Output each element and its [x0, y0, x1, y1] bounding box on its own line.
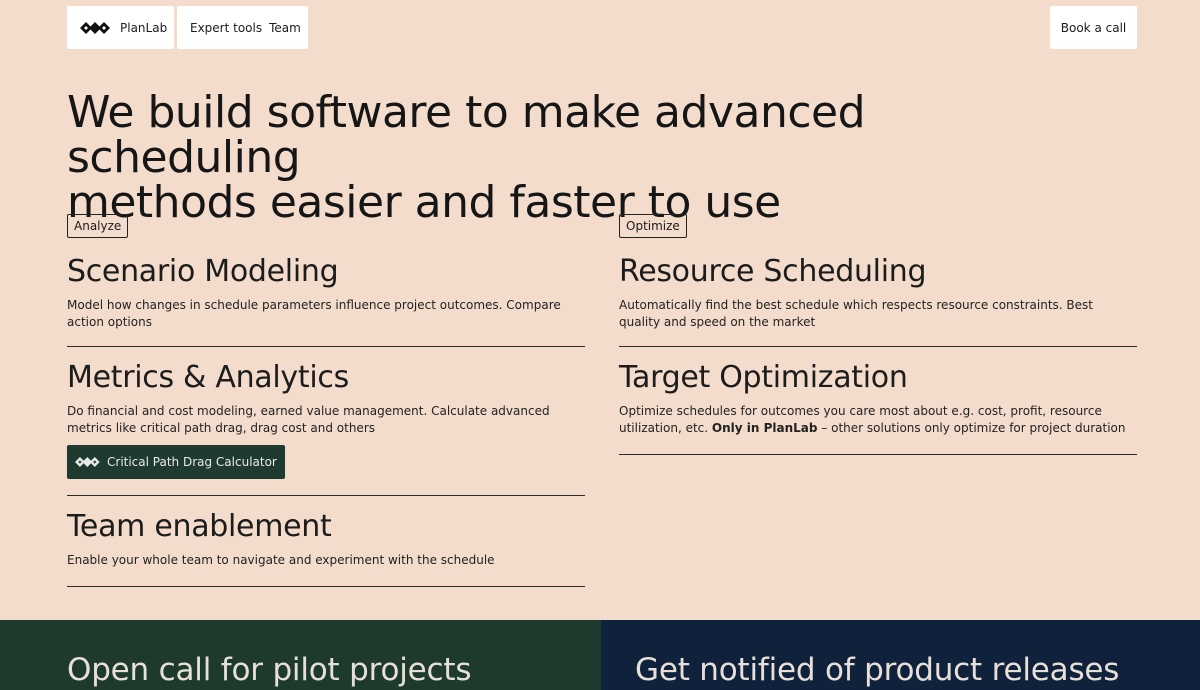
optimize-column: Optimize Resource Scheduling Automatical… [619, 214, 1137, 455]
analyze-tag: Analyze [67, 214, 129, 238]
feature-title: Team enablement [67, 509, 332, 544]
nav-link-expert-tools[interactable]: Expert tools [190, 21, 262, 35]
feature-title: Metrics & Analytics [67, 360, 349, 395]
nav-link-team[interactable]: Team [269, 21, 301, 35]
description-text: – other solutions only optimize for proj… [817, 421, 1126, 435]
feature-title: Resource Scheduling [619, 254, 927, 289]
hero-title-line-1: We build software to make advanced sched… [67, 87, 866, 183]
brand-logo-link[interactable]: PlanLab [67, 6, 174, 49]
optimize-tag: Optimize [619, 214, 687, 238]
feature-resource-scheduling: Optimize Resource Scheduling Automatical… [619, 214, 1137, 347]
brand-name: PlanLab [120, 20, 168, 35]
feature-target-optimization: Target Optimization Optimize schedules f… [619, 347, 1137, 455]
pilot-projects-title: Open call for pilot projects [67, 652, 472, 688]
planlab-logo-icon [80, 21, 110, 34]
book-a-call-button[interactable]: Book a call [1050, 6, 1137, 49]
analyze-column: Analyze Scenario Modeling Model how chan… [67, 214, 585, 587]
feature-scenario-modeling: Analyze Scenario Modeling Model how chan… [67, 214, 585, 347]
feature-team-enablement: Team enablement Enable your whole team t… [67, 496, 585, 587]
feature-description: Optimize schedules for outcomes you care… [619, 403, 1137, 437]
feature-description: Enable your whole team to navigate and e… [67, 553, 495, 567]
feature-description: Do financial and cost modeling, earned v… [67, 404, 550, 435]
feature-title: Target Optimization [619, 360, 908, 395]
product-releases-title: Get notified of product releases [635, 652, 1120, 688]
hero-title: We build software to make advanced sched… [67, 90, 1067, 225]
pilot-projects-panel[interactable]: Open call for pilot projects [0, 620, 601, 690]
planlab-logo-icon [75, 457, 100, 467]
button-label: Critical Path Drag Calculator [107, 455, 277, 469]
nav-links: Expert tools Team [177, 6, 308, 49]
critical-path-drag-calculator-button[interactable]: Critical Path Drag Calculator [67, 445, 285, 479]
feature-title: Scenario Modeling [67, 254, 339, 289]
product-releases-panel[interactable]: Get notified of product releases [601, 620, 1200, 690]
description-highlight: Only in PlanLab [711, 421, 818, 435]
feature-metrics-analytics: Metrics & Analytics Do financial and cos… [67, 347, 585, 496]
feature-description: Automatically find the best schedule whi… [619, 298, 1093, 329]
feature-description: Model how changes in schedule parameters… [67, 298, 561, 329]
